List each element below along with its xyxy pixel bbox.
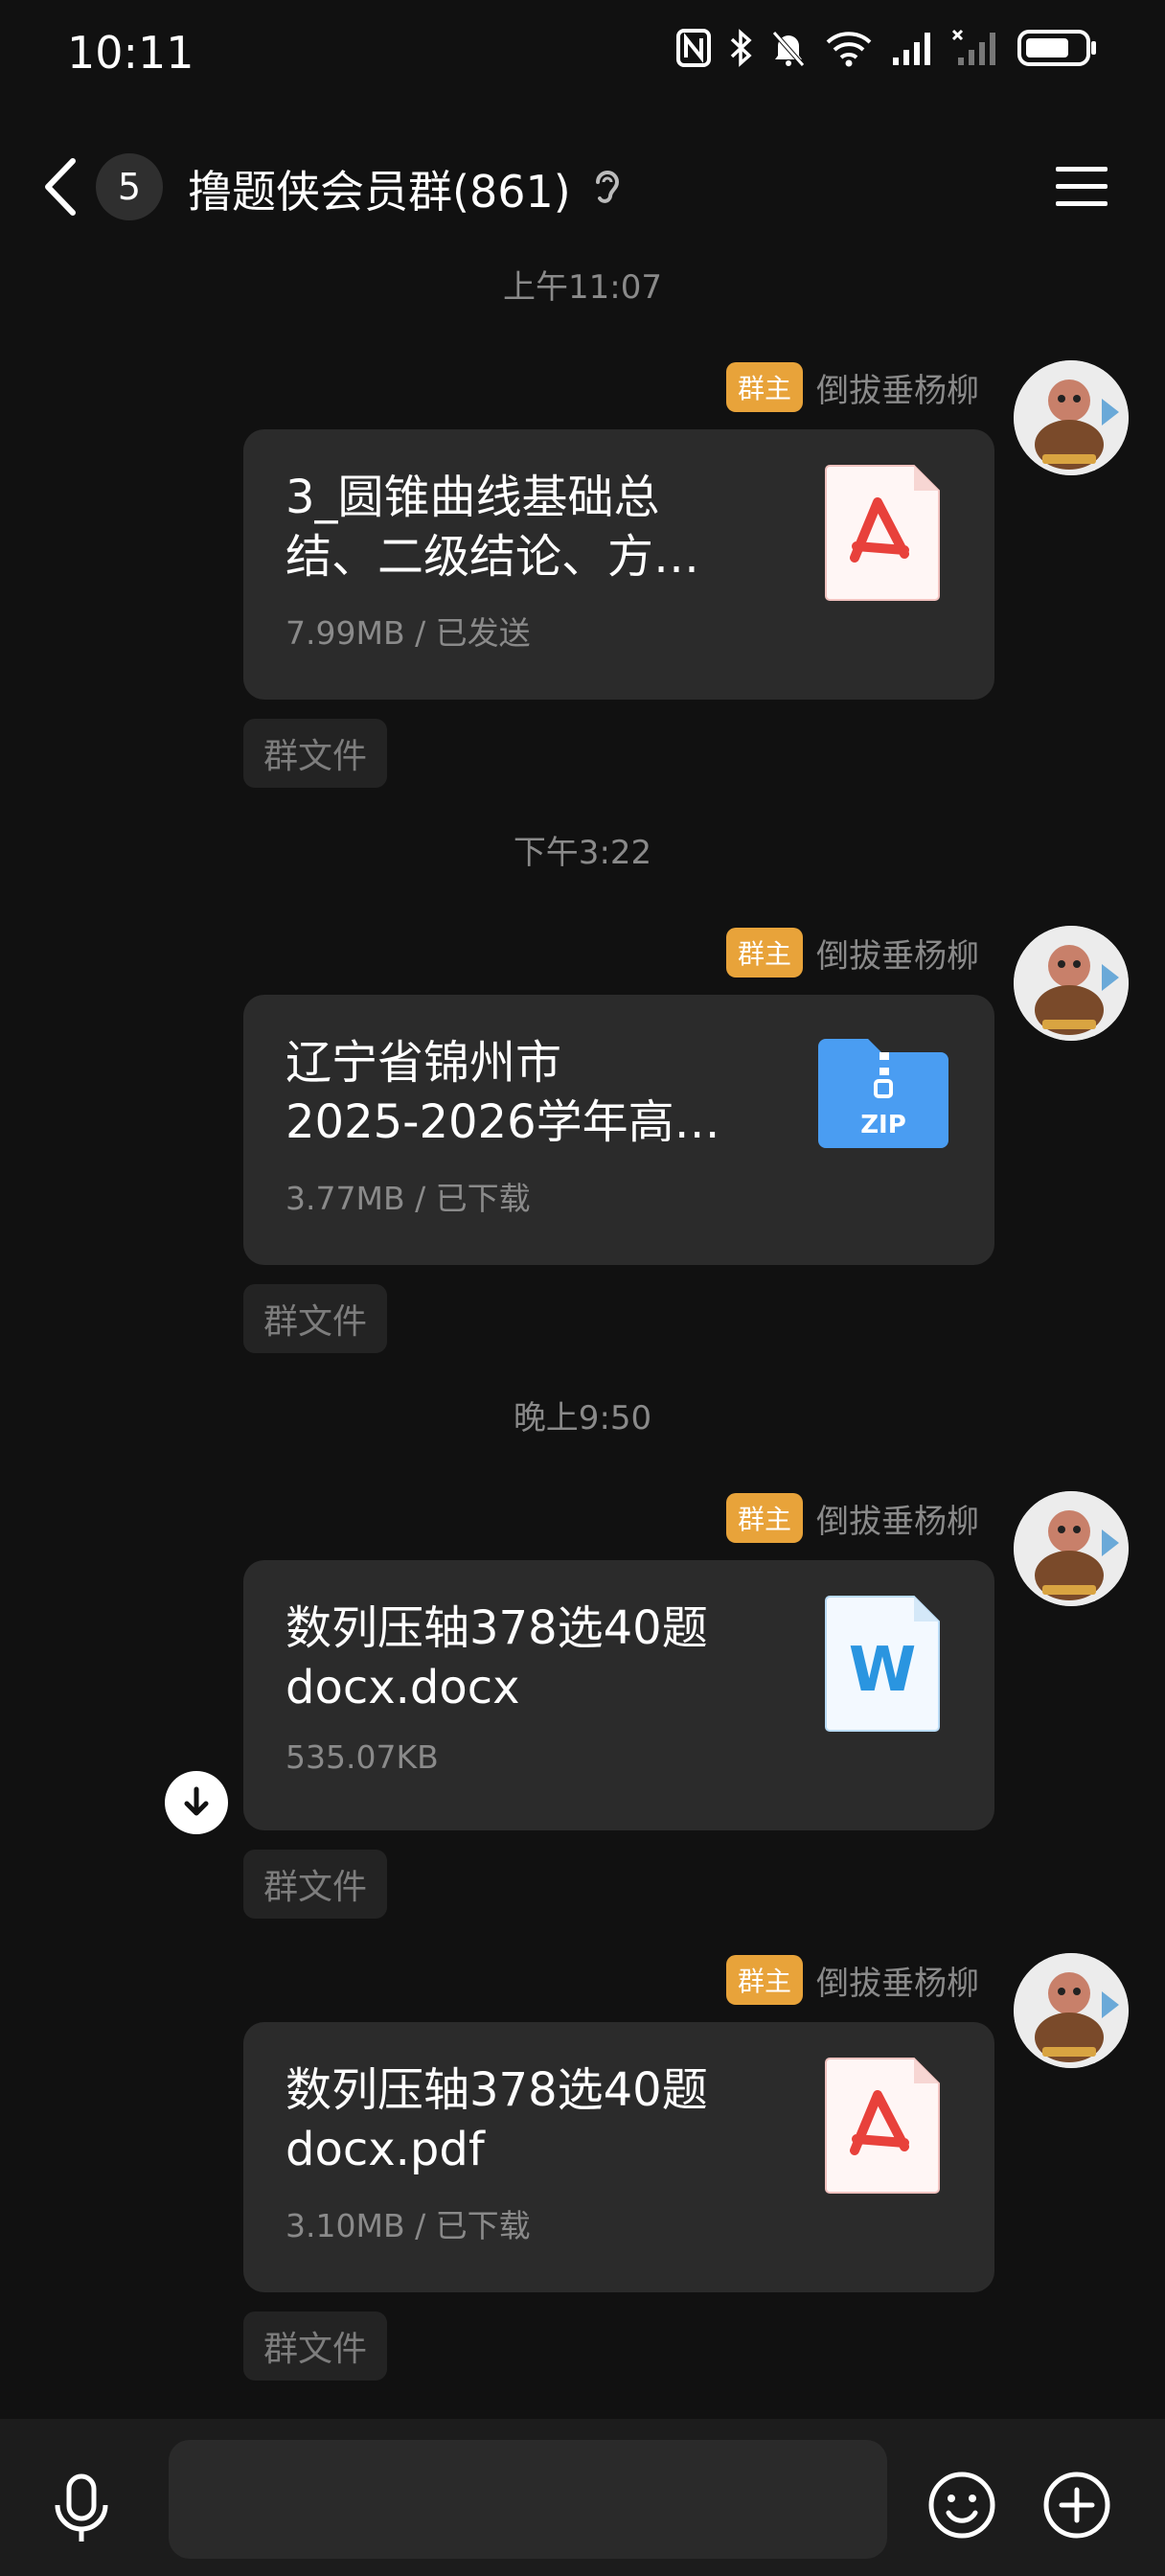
status-time: 10:11: [67, 27, 194, 79]
owner-badge: 群主: [725, 1493, 803, 1543]
file-name: 数列压轴378选40题 docx.pdf: [286, 2063, 708, 2176]
sender-row: 群主 倒拔垂杨柳: [725, 928, 979, 978]
pdf-file-icon: [825, 2058, 940, 2194]
message-timestamp: 上午11:07: [503, 268, 662, 307]
file-meta: 7.99MB / 已发送: [286, 614, 531, 652]
file-name: 辽宁省锦州市 2025-2026学年高…: [286, 1036, 720, 1149]
owner-badge: 群主: [725, 362, 803, 412]
sender-name[interactable]: 倒拔垂杨柳: [816, 364, 979, 411]
battery-icon: [1017, 30, 1096, 66]
emoji-icon[interactable]: [927, 2471, 996, 2540]
message-timestamp: 下午3:22: [513, 834, 652, 872]
signal-icon: [893, 33, 930, 65]
avatar[interactable]: [1014, 360, 1129, 475]
sender-row: 群主 倒拔垂杨柳: [725, 1955, 979, 2005]
file-meta: 3.77MB / 已下载: [286, 1180, 531, 1217]
message-timestamp: 晚上9:50: [513, 1399, 652, 1438]
word-label: W: [849, 1635, 917, 1706]
file-message[interactable]: 数列压轴378选40题 docx.pdf 3.10MB / 已下载: [243, 2022, 994, 2292]
avatar[interactable]: [1014, 926, 1129, 1041]
file-meta: 535.07KB: [286, 1738, 439, 1776]
sender-row: 群主 倒拔垂杨柳: [725, 1493, 979, 1543]
owner-badge: 群主: [725, 928, 803, 978]
message-input[interactable]: [169, 2440, 887, 2559]
zip-label: ZIP: [860, 1111, 906, 1139]
file-name: 3_圆锥曲线基础总 结、二级结论、方…: [286, 471, 700, 584]
menu-icon[interactable]: [1054, 163, 1109, 211]
group-file-tag[interactable]: 群文件: [243, 719, 387, 788]
file-name: 数列压轴378选40题 docx.docx: [286, 1601, 708, 1714]
back-button[interactable]: [36, 153, 84, 220]
download-icon[interactable]: [165, 1771, 228, 1834]
bluetooth-icon: [730, 29, 752, 67]
file-message[interactable]: 数列压轴378选40题 docx.docx 535.07KB W: [243, 1560, 994, 1830]
signal-off-icon: [952, 29, 995, 65]
owner-badge: 群主: [725, 1955, 803, 2005]
sender-name[interactable]: 倒拔垂杨柳: [816, 1957, 979, 2004]
mute-icon: [772, 31, 805, 67]
status-icons: [676, 29, 1098, 67]
avatar[interactable]: [1014, 1491, 1129, 1606]
sender-row: 群主 倒拔垂杨柳: [725, 362, 979, 412]
group-file-tag[interactable]: 群文件: [243, 1850, 387, 1919]
microphone-icon[interactable]: [50, 2472, 113, 2545]
word-file-icon: W: [825, 1596, 940, 1732]
avatar[interactable]: [1014, 1953, 1129, 2068]
file-message[interactable]: 3_圆锥曲线基础总 结、二级结论、方… 7.99MB / 已发送: [243, 429, 994, 700]
sender-name[interactable]: 倒拔垂杨柳: [816, 930, 979, 977]
unread-count-badge[interactable]: 5: [96, 153, 163, 220]
ear-icon[interactable]: [590, 167, 625, 211]
sender-name[interactable]: 倒拔垂杨柳: [816, 1495, 979, 1542]
file-message[interactable]: 辽宁省锦州市 2025-2026学年高… 3.77MB / 已下载 ZIP: [243, 995, 994, 1265]
wifi-icon: [826, 32, 872, 67]
plus-icon[interactable]: [1042, 2471, 1111, 2540]
nfc-icon: [676, 29, 711, 67]
group-file-tag[interactable]: 群文件: [243, 2312, 387, 2380]
zip-folder-icon: ZIP: [818, 1039, 948, 1148]
group-file-tag[interactable]: 群文件: [243, 1284, 387, 1353]
chat-title[interactable]: 撸题侠会员群(861): [188, 157, 571, 220]
file-meta: 3.10MB / 已下载: [286, 2207, 531, 2244]
pdf-file-icon: [825, 465, 940, 601]
